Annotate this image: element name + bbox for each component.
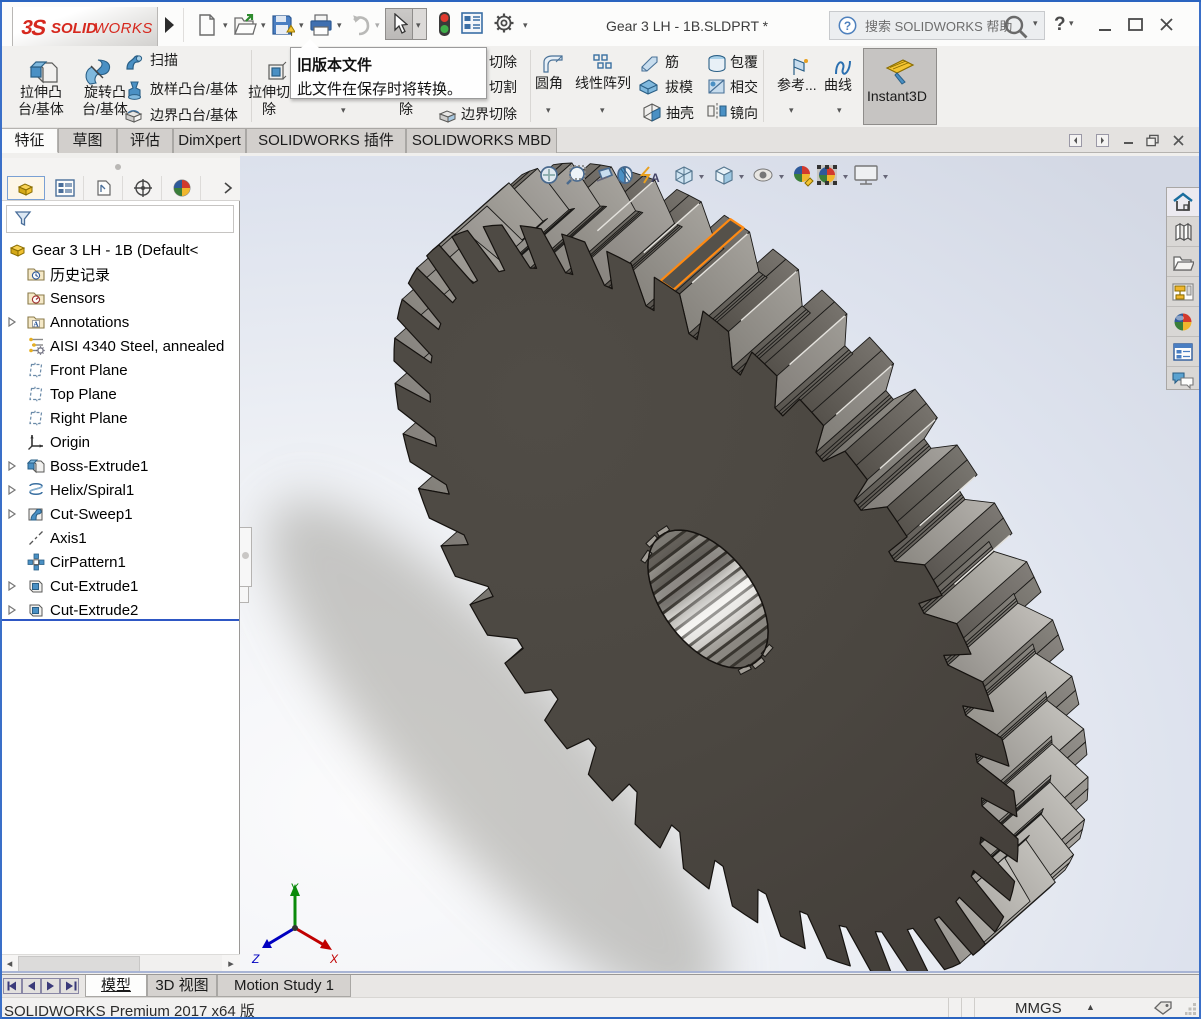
svg-text:?: ? [844,19,851,33]
svg-text:A: A [651,171,660,185]
svg-text:!: ! [291,33,293,37]
svg-text:Y: Y [290,881,299,895]
svg-text:WORKS: WORKS [94,20,153,37]
svg-text:Z: Z [251,952,260,965]
svg-text:X: X [329,952,339,965]
svg-text:SOLID: SOLID [51,20,97,37]
svg-text:A: A [33,319,39,328]
